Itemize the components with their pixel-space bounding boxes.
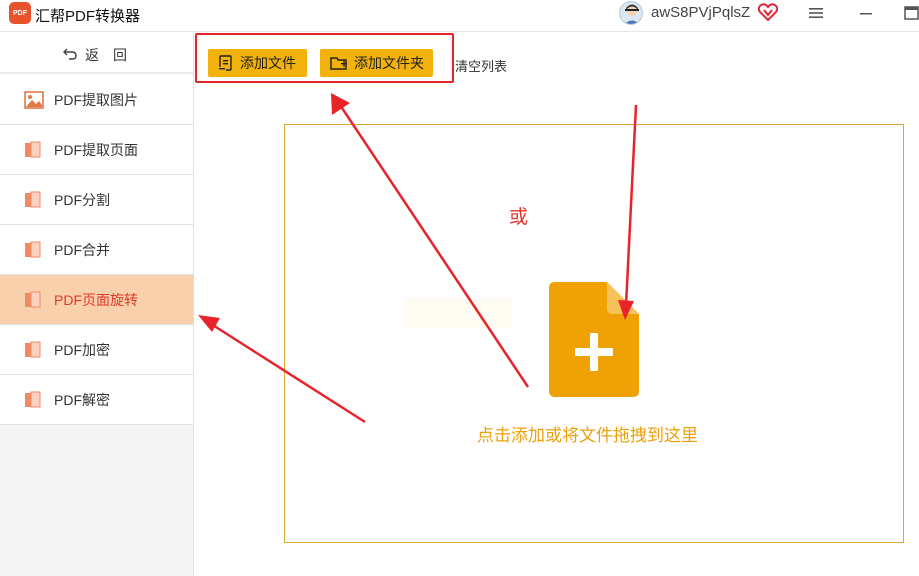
- or-text: 或: [509, 207, 529, 228]
- menu-icon[interactable]: [808, 5, 824, 21]
- folder-plus-icon: [330, 57, 347, 70]
- sidebar-item-decrypt[interactable]: PDF解密: [0, 375, 193, 425]
- app-logo: PDF: [9, 2, 31, 24]
- add-folder-label: 添加文件夹: [354, 55, 424, 71]
- user-avatar[interactable]: [619, 1, 643, 25]
- add-file-button[interactable]: 添加文件: [208, 49, 307, 77]
- sidebar-item-label: PDF解密: [54, 392, 110, 408]
- file-plus-icon[interactable]: [549, 282, 639, 397]
- title-bar: PDF 汇帮PDF转换器 awS8PVjPqlsZ: [0, 0, 919, 32]
- back-label: 返回: [85, 47, 141, 63]
- maximize-icon[interactable]: [904, 6, 919, 20]
- add-file-label: 添加文件: [240, 55, 296, 71]
- sidebar-item-split[interactable]: PDF分割: [0, 175, 193, 225]
- file-list-icon: [218, 54, 232, 71]
- sidebar-item-merge[interactable]: PDF合并: [0, 225, 193, 275]
- sidebar: 返回 PDF提取图片 PDF提取页面 PDF分割 PDF合并 PDF页面旋转 P…: [0, 33, 194, 576]
- back-arrow-icon: [63, 48, 77, 60]
- minimize-icon[interactable]: [858, 5, 874, 21]
- sidebar-item-extract-images[interactable]: PDF提取图片: [0, 75, 193, 125]
- drop-hint-text: 点击添加或将文件拖拽到这里: [477, 426, 698, 445]
- nav-list: PDF提取图片 PDF提取页面 PDF分割 PDF合并 PDF页面旋转 PDF加…: [0, 75, 193, 425]
- pdf-file-icon: [25, 191, 41, 208]
- faint-placeholder: [404, 298, 512, 328]
- clear-list-button[interactable]: 清空列表: [455, 56, 507, 75]
- add-folder-button[interactable]: 添加文件夹: [320, 49, 433, 77]
- pdf-file-icon: [25, 141, 41, 158]
- username[interactable]: awS8PVjPqlsZ: [651, 4, 750, 21]
- image-icon: [24, 91, 44, 109]
- sidebar-item-label: PDF提取图片: [54, 92, 138, 108]
- sidebar-item-encrypt[interactable]: PDF加密: [0, 325, 193, 375]
- sidebar-item-rotate-pages[interactable]: PDF页面旋转: [0, 275, 193, 325]
- pdf-file-icon: [25, 341, 41, 358]
- sidebar-item-label: PDF合并: [54, 242, 110, 258]
- pdf-file-icon: [25, 291, 41, 308]
- sidebar-item-label: PDF分割: [54, 192, 110, 208]
- back-button[interactable]: 返回: [0, 33, 193, 73]
- app-title: 汇帮PDF转换器: [35, 8, 141, 25]
- sidebar-item-label: PDF加密: [54, 342, 110, 358]
- sidebar-item-extract-pages[interactable]: PDF提取页面: [0, 125, 193, 175]
- sidebar-item-label: PDF页面旋转: [54, 292, 138, 308]
- pdf-file-icon: [25, 391, 41, 408]
- sidebar-item-label: PDF提取页面: [54, 142, 138, 158]
- vip-heart-icon[interactable]: [758, 3, 778, 21]
- pdf-file-icon: [25, 241, 41, 258]
